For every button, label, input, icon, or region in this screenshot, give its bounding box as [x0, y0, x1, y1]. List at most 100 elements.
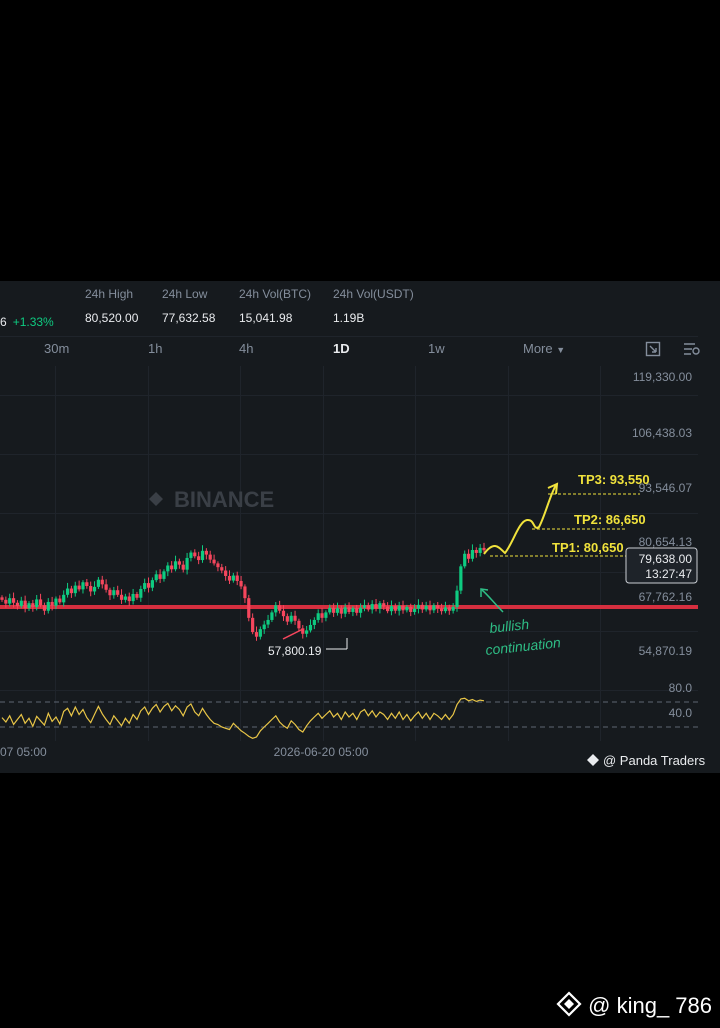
candle	[312, 619, 316, 625]
candle	[251, 617, 255, 633]
candle	[351, 608, 355, 612]
tp-label: TP1: 80,650	[552, 540, 624, 555]
binance-watermark: BINANCE	[149, 487, 274, 512]
candle	[62, 594, 66, 603]
candle	[193, 552, 197, 557]
candle	[11, 598, 16, 603]
candle	[15, 602, 20, 607]
candle	[4, 599, 8, 604]
candle	[343, 607, 347, 614]
candle	[162, 571, 166, 579]
candle	[69, 588, 74, 594]
candle	[451, 606, 455, 611]
candle	[328, 607, 332, 613]
candle	[185, 557, 189, 570]
candle	[359, 607, 363, 613]
candle	[258, 629, 262, 637]
annotation-line-2: continuation	[485, 634, 562, 658]
candle	[447, 607, 451, 611]
candle	[362, 605, 367, 608]
candle	[146, 583, 151, 588]
candle	[420, 604, 424, 610]
candle	[412, 608, 417, 612]
candle	[170, 565, 174, 570]
candle	[470, 549, 475, 559]
candle	[478, 547, 482, 553]
candle	[432, 605, 436, 611]
candle	[405, 606, 409, 611]
rsi-line	[1, 697, 485, 739]
candle	[227, 575, 232, 581]
candle	[274, 605, 278, 613]
candle	[428, 605, 432, 611]
candle	[335, 608, 340, 613]
candle	[366, 605, 370, 610]
candle	[212, 559, 216, 564]
candle	[135, 593, 139, 598]
tp-label: TP2: 86,650	[574, 512, 646, 527]
candle	[216, 563, 220, 568]
candle	[50, 601, 54, 606]
candle	[42, 605, 47, 611]
candle	[197, 556, 201, 561]
candle	[0, 597, 4, 600]
candle	[332, 607, 336, 613]
candle	[77, 585, 81, 590]
price-axis-label: 67,762.16	[639, 590, 693, 604]
candle	[231, 575, 235, 581]
candle	[482, 547, 486, 551]
candle	[104, 584, 108, 590]
candle	[439, 608, 444, 612]
candle	[235, 575, 239, 581]
candle	[81, 582, 85, 590]
candle	[262, 624, 266, 630]
price-chart[interactable]: BINANCE 119,330.00106,438.0393,546.0780,…	[0, 281, 720, 773]
candle	[378, 603, 382, 609]
candle	[374, 604, 378, 609]
candle	[339, 608, 343, 614]
candle	[112, 590, 116, 596]
price-axis-label: 106,438.03	[632, 426, 692, 440]
annotation-line-1: bullish	[489, 616, 530, 636]
panda-credit: @ Panda Traders	[587, 753, 706, 768]
candle	[436, 605, 440, 609]
candle	[416, 604, 421, 609]
candle	[73, 585, 77, 594]
candle	[189, 552, 193, 558]
candle	[35, 599, 39, 607]
candle	[139, 588, 143, 598]
candle	[200, 550, 205, 561]
candle	[455, 590, 459, 607]
candle	[386, 606, 390, 612]
price-axis-label: 54,870.19	[639, 644, 693, 658]
projection-path	[483, 484, 557, 555]
candle	[247, 598, 251, 618]
rsi-level-label: 40.0	[669, 706, 693, 720]
countdown-text: 13:27:47	[645, 567, 692, 581]
candle	[424, 605, 428, 610]
footer-credit: @ king_ 786	[556, 991, 712, 1023]
candle	[158, 574, 162, 579]
candle	[278, 605, 282, 611]
candle	[177, 561, 181, 565]
low-trend-line	[282, 628, 304, 640]
candle	[27, 603, 31, 609]
candle	[459, 566, 463, 591]
candle	[270, 612, 274, 620]
candle	[316, 613, 320, 620]
candle	[123, 596, 127, 600]
candle	[65, 588, 70, 595]
rsi-level-label: 80.0	[669, 681, 693, 695]
tp-label: TP3: 93,550	[578, 472, 650, 487]
candle	[92, 586, 97, 592]
candle	[397, 605, 401, 611]
candle	[285, 616, 289, 622]
candle	[96, 579, 100, 587]
candle	[401, 605, 405, 611]
candle	[443, 607, 448, 612]
candle	[46, 601, 50, 611]
candle	[127, 596, 131, 602]
candle	[305, 630, 309, 634]
candle	[308, 624, 313, 631]
candle	[204, 550, 208, 555]
